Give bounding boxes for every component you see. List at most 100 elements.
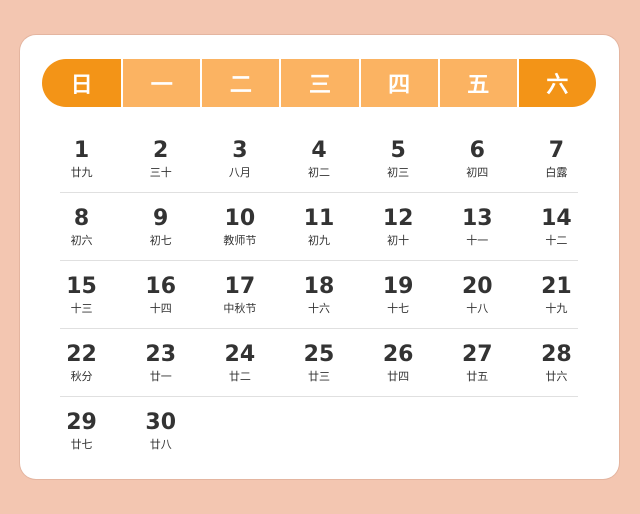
weekday-sat: 六 (516, 59, 596, 107)
day-cell[interactable]: 13 十一 (438, 193, 517, 261)
lunar-date: 教师节 (223, 234, 257, 247)
lunar-date: 初九 (307, 234, 330, 247)
week-row: 22 秋分 23 廿一 24 廿二 25 廿三 26 廿四 27 廿五 28 廿六 (42, 329, 596, 397)
day-number: 19 (382, 274, 414, 299)
row-divider (60, 328, 578, 329)
lunar-date: 十二 (545, 234, 568, 247)
lunar-date: 初六 (70, 234, 93, 247)
day-cell[interactable]: 7 白露 (517, 125, 596, 193)
lunar-date: 秋分 (70, 370, 93, 383)
day-number: 18 (303, 274, 335, 299)
empty-cell (438, 397, 517, 465)
lunar-date: 十四 (149, 302, 172, 315)
day-cell[interactable]: 24 廿二 (200, 329, 279, 397)
day-cell[interactable]: 9 初七 (121, 193, 200, 261)
calendar-card: 日 一 二 三 四 五 六 1 廿九 2 三十 3 八月 4 初二 5 初三 6 初四 7 白露 8 初六 9 初… (20, 35, 619, 479)
lunar-date: 十三 (70, 302, 93, 315)
day-cell[interactable]: 12 初十 (359, 193, 438, 261)
day-cell[interactable]: 19 十七 (359, 261, 438, 329)
day-number: 6 (469, 138, 485, 163)
lunar-date: 十一 (466, 234, 489, 247)
weekday-thu: 四 (358, 59, 438, 107)
day-number: 7 (548, 138, 565, 163)
lunar-date: 初十 (387, 234, 410, 247)
day-cell[interactable]: 21 十九 (517, 261, 596, 329)
day-number: 21 (541, 274, 572, 299)
lunar-date: 十七 (387, 302, 410, 315)
day-cell[interactable]: 16 十四 (121, 261, 200, 329)
day-number: 27 (461, 342, 493, 367)
empty-cell (359, 397, 438, 465)
lunar-date: 初七 (149, 234, 172, 247)
lunar-date: 十八 (466, 302, 489, 315)
day-number: 9 (153, 206, 169, 231)
lunar-date: 廿二 (228, 370, 251, 383)
lunar-date: 中秋节 (223, 302, 257, 315)
day-number: 4 (311, 138, 327, 163)
day-cell[interactable]: 26 廿四 (359, 329, 438, 397)
day-number: 29 (66, 410, 97, 435)
day-number: 12 (382, 206, 414, 231)
day-cell[interactable]: 1 廿九 (42, 125, 121, 193)
day-cell[interactable]: 22 秋分 (42, 329, 121, 397)
day-cell[interactable]: 2 三十 (121, 125, 200, 193)
day-number: 16 (145, 274, 177, 299)
lunar-date: 十九 (545, 302, 568, 315)
week-row: 1 廿九 2 三十 3 八月 4 初二 5 初三 6 初四 7 白露 (42, 125, 596, 193)
empty-cell (200, 397, 279, 465)
lunar-date: 廿一 (149, 370, 172, 383)
day-cell[interactable]: 28 廿六 (517, 329, 596, 397)
day-cell[interactable]: 27 廿五 (438, 329, 517, 397)
day-number: 25 (303, 342, 335, 367)
day-number: 14 (541, 206, 572, 231)
day-cell[interactable]: 20 十八 (438, 261, 517, 329)
lunar-date: 初三 (387, 166, 410, 179)
row-divider (60, 260, 578, 261)
day-cell[interactable]: 3 八月 (200, 125, 279, 193)
day-cell[interactable]: 17 中秋节 (200, 261, 279, 329)
day-cell[interactable]: 5 初三 (359, 125, 438, 193)
day-cell[interactable]: 30 廿八 (121, 397, 200, 465)
weekday-sun: 日 (42, 59, 122, 107)
day-number: 11 (303, 206, 335, 231)
weekday-header: 日 一 二 三 四 五 六 (42, 59, 596, 107)
day-cell[interactable]: 25 廿三 (279, 329, 358, 397)
day-number: 17 (224, 274, 256, 299)
row-divider (60, 192, 578, 193)
empty-cell (279, 397, 358, 465)
day-cell[interactable]: 15 十三 (42, 261, 121, 329)
day-number: 20 (461, 274, 493, 299)
day-cell[interactable]: 29 廿七 (42, 397, 121, 465)
lunar-date: 廿三 (307, 370, 330, 383)
day-number: 30 (145, 410, 177, 435)
lunar-date: 三十 (149, 166, 172, 179)
day-cell[interactable]: 14 十二 (517, 193, 596, 261)
calendar-grid: 1 廿九 2 三十 3 八月 4 初二 5 初三 6 初四 7 白露 8 初六 9 初七 10 教师节 11 初九 12 初十… (42, 125, 596, 465)
week-row: 15 十三 16 十四 17 中秋节 18 十六 19 十七 20 十八 21 十九 (42, 261, 596, 329)
day-cell[interactable]: 6 初四 (438, 125, 517, 193)
lunar-date: 十六 (307, 302, 330, 315)
day-cell[interactable]: 11 初九 (279, 193, 358, 261)
day-cell[interactable]: 23 廿一 (121, 329, 200, 397)
lunar-date: 廿六 (545, 370, 568, 383)
day-cell[interactable]: 8 初六 (42, 193, 121, 261)
day-cell[interactable]: 4 初二 (279, 125, 358, 193)
lunar-date: 廿九 (70, 166, 93, 179)
day-cell[interactable]: 10 教师节 (200, 193, 279, 261)
day-cell[interactable]: 18 十六 (279, 261, 358, 329)
day-number: 10 (224, 206, 256, 231)
day-number: 8 (73, 206, 90, 231)
week-row: 8 初六 9 初七 10 教师节 11 初九 12 初十 13 十一 14 十二 (42, 193, 596, 261)
lunar-date: 廿四 (387, 370, 410, 383)
lunar-date: 八月 (228, 166, 251, 179)
weekday-mon: 一 (121, 59, 201, 107)
week-row: 29 廿七 30 廿八 (42, 397, 596, 465)
row-divider (60, 396, 578, 397)
day-number: 2 (153, 138, 169, 163)
day-number: 23 (145, 342, 177, 367)
day-number: 1 (73, 138, 90, 163)
lunar-date: 初二 (307, 166, 330, 179)
day-number: 3 (232, 138, 248, 163)
day-number: 28 (541, 342, 572, 367)
lunar-date: 白露 (545, 166, 568, 179)
